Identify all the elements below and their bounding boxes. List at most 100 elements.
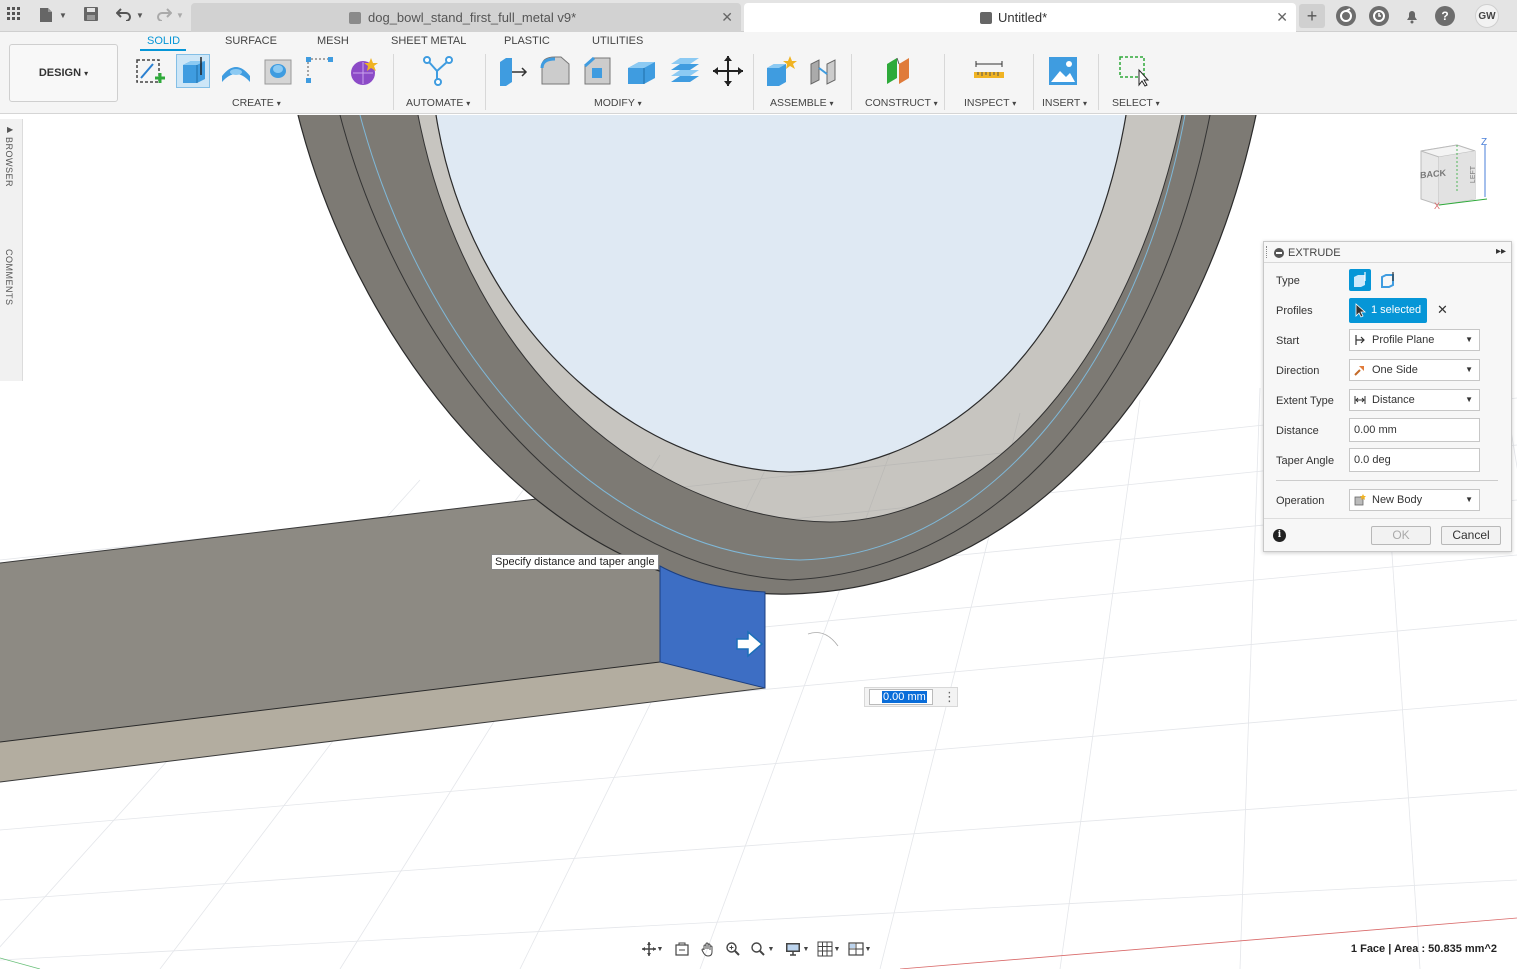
save-icon[interactable] [82, 7, 100, 25]
viewports-icon[interactable] [847, 941, 865, 959]
chevron-down-icon[interactable]: ▼ [656, 941, 664, 959]
shell-icon[interactable] [625, 54, 659, 88]
display-settings-icon[interactable] [784, 941, 802, 959]
expand-dialog-icon[interactable]: ▸▸ [1496, 246, 1506, 257]
extrude-dialog: EXTRUDE ▸▸ Type Profiles 1 selected ✕ St… [1263, 241, 1512, 552]
form-icon[interactable] [347, 54, 381, 88]
close-tab-icon[interactable]: ✕ [721, 3, 733, 32]
tab-utilities[interactable]: UTILITIES [592, 35, 643, 47]
toolbar-divider [753, 54, 754, 110]
look-at-icon[interactable] [673, 941, 691, 959]
new-tab-icon[interactable]: + [1299, 4, 1325, 28]
tab-untitled[interactable]: Untitled* ✕ [744, 3, 1296, 32]
extrude-icon[interactable] [176, 54, 210, 88]
tab-sheet-metal[interactable]: SHEET METAL [391, 35, 466, 47]
insert-group-label[interactable]: INSERT ▾ [1042, 97, 1087, 109]
profiles-selection-button[interactable]: 1 selected [1349, 298, 1427, 323]
job-status-icon[interactable] [1369, 6, 1389, 26]
direction-dropdown[interactable]: One Side ▼ [1349, 359, 1480, 381]
chevron-down-icon[interactable]: ▼ [833, 941, 841, 959]
navigation-bar: ▼ ▼ ▼ ▼ ▼ [636, 938, 876, 962]
start-dropdown[interactable]: Profile Plane ▼ [1349, 329, 1480, 351]
distance-input[interactable]: 0.00 mm [869, 689, 933, 705]
toolbar-divider [393, 54, 394, 110]
joint-icon[interactable] [807, 54, 841, 88]
select-window-icon[interactable] [1117, 54, 1151, 88]
revolve-icon[interactable] [219, 54, 253, 88]
toolbar-divider [1098, 54, 1099, 110]
help-icon[interactable]: ? [1435, 6, 1455, 26]
hole-icon[interactable] [262, 54, 296, 88]
grid-settings-icon[interactable] [816, 941, 834, 959]
avatar[interactable]: GW [1475, 4, 1499, 28]
apps-grid-icon[interactable] [5, 7, 23, 25]
extensions-icon[interactable] [1336, 6, 1356, 26]
browser-toggle[interactable]: BROWSER [4, 137, 14, 187]
tab-dog-bowl-stand[interactable]: dog_bowl_stand_first_full_metal v9* ✕ [191, 3, 741, 32]
extrude-type-solid-button[interactable] [1349, 269, 1371, 291]
automate-group-label[interactable]: AUTOMATE ▾ [406, 97, 470, 109]
chamfer-icon[interactable] [582, 54, 616, 88]
extent-type-dropdown[interactable]: Distance ▼ [1349, 389, 1480, 411]
file-menu-caret-icon[interactable]: ▼ [54, 7, 72, 25]
redo-caret-icon[interactable]: ▼ [171, 7, 189, 25]
move-icon[interactable] [711, 54, 745, 88]
automate-icon[interactable] [421, 54, 455, 88]
new-component-icon[interactable] [764, 54, 798, 88]
extrude-type-thin-button[interactable] [1377, 269, 1399, 291]
cancel-button[interactable]: Cancel [1441, 526, 1501, 545]
ok-button[interactable]: OK [1371, 526, 1431, 545]
distance-field[interactable]: 0.00 mm [1349, 418, 1480, 442]
view-cube[interactable]: BACK LEFT Z X [1415, 137, 1495, 217]
clear-selection-icon[interactable]: ✕ [1437, 302, 1448, 318]
drag-handle[interactable] [1266, 246, 1268, 258]
undo-caret-icon[interactable]: ▼ [131, 7, 149, 25]
notifications-icon[interactable] [1402, 6, 1422, 26]
create-group-label[interactable]: CREATE ▾ [232, 97, 281, 109]
construct-group-label[interactable]: CONSTRUCT ▾ [865, 97, 938, 109]
assemble-group-label[interactable]: ASSEMBLE ▾ [770, 97, 834, 109]
insert-image-icon[interactable] [1046, 54, 1080, 88]
comments-toggle[interactable]: COMMENTS [4, 249, 14, 306]
more-options-icon[interactable]: ⋮ [943, 689, 956, 705]
modify-group-label[interactable]: MODIFY ▾ [594, 97, 642, 109]
create-sketch-icon[interactable] [133, 54, 167, 88]
toolbar-divider [851, 54, 852, 110]
start-label: Start [1276, 335, 1300, 347]
tab-mesh[interactable]: MESH [317, 35, 349, 47]
combine-icon[interactable] [668, 54, 702, 88]
taper-angle-field[interactable]: 0.0 deg [1349, 448, 1480, 472]
select-group-label[interactable]: SELECT ▾ [1112, 97, 1160, 109]
chevron-down-icon: ▾ [84, 69, 89, 78]
tab-solid[interactable]: SOLID [147, 35, 180, 47]
inspect-group-label[interactable]: INSPECT ▾ [964, 97, 1016, 109]
chevron-down-icon: ▼ [1465, 395, 1473, 404]
measure-icon[interactable] [972, 54, 1006, 88]
viewcube-left-face[interactable]: LEFT [1470, 166, 1477, 183]
collapse-dialog-icon[interactable] [1274, 248, 1284, 258]
expand-browser-icon[interactable]: ▶ [7, 125, 13, 134]
fillet-icon[interactable] [539, 54, 573, 88]
extrude-dialog-header[interactable]: EXTRUDE ▸▸ [1264, 242, 1511, 263]
workspace-switcher-button[interactable]: DESIGN ▾ [9, 44, 118, 102]
operation-dropdown[interactable]: New Body ▼ [1349, 489, 1480, 511]
zoom-icon[interactable] [724, 941, 742, 959]
offset-plane-icon[interactable] [883, 54, 917, 88]
close-tab-icon[interactable]: ✕ [1276, 3, 1288, 32]
chevron-down-icon[interactable]: ▼ [767, 941, 775, 959]
workspace-label: DESIGN [38, 67, 82, 79]
viewcube-z-axis-label: Z [1481, 137, 1488, 148]
chevron-down-icon[interactable]: ▼ [802, 941, 810, 959]
pattern-icon[interactable] [304, 54, 338, 88]
group-name: AUTOMATE [406, 97, 464, 109]
pan-hand-icon[interactable] [699, 941, 717, 959]
tab-plastic[interactable]: PLASTIC [504, 35, 550, 47]
fit-window-zoom-icon[interactable] [749, 941, 767, 959]
chevron-down-icon[interactable]: ▼ [864, 941, 872, 959]
chevron-down-icon: ▾ [1155, 99, 1160, 108]
file-icon[interactable] [37, 7, 55, 25]
tab-surface[interactable]: SURFACE [225, 35, 277, 47]
info-icon[interactable]: i [1273, 529, 1286, 542]
press-pull-icon[interactable] [496, 54, 530, 88]
toolbar-divider [944, 54, 945, 110]
